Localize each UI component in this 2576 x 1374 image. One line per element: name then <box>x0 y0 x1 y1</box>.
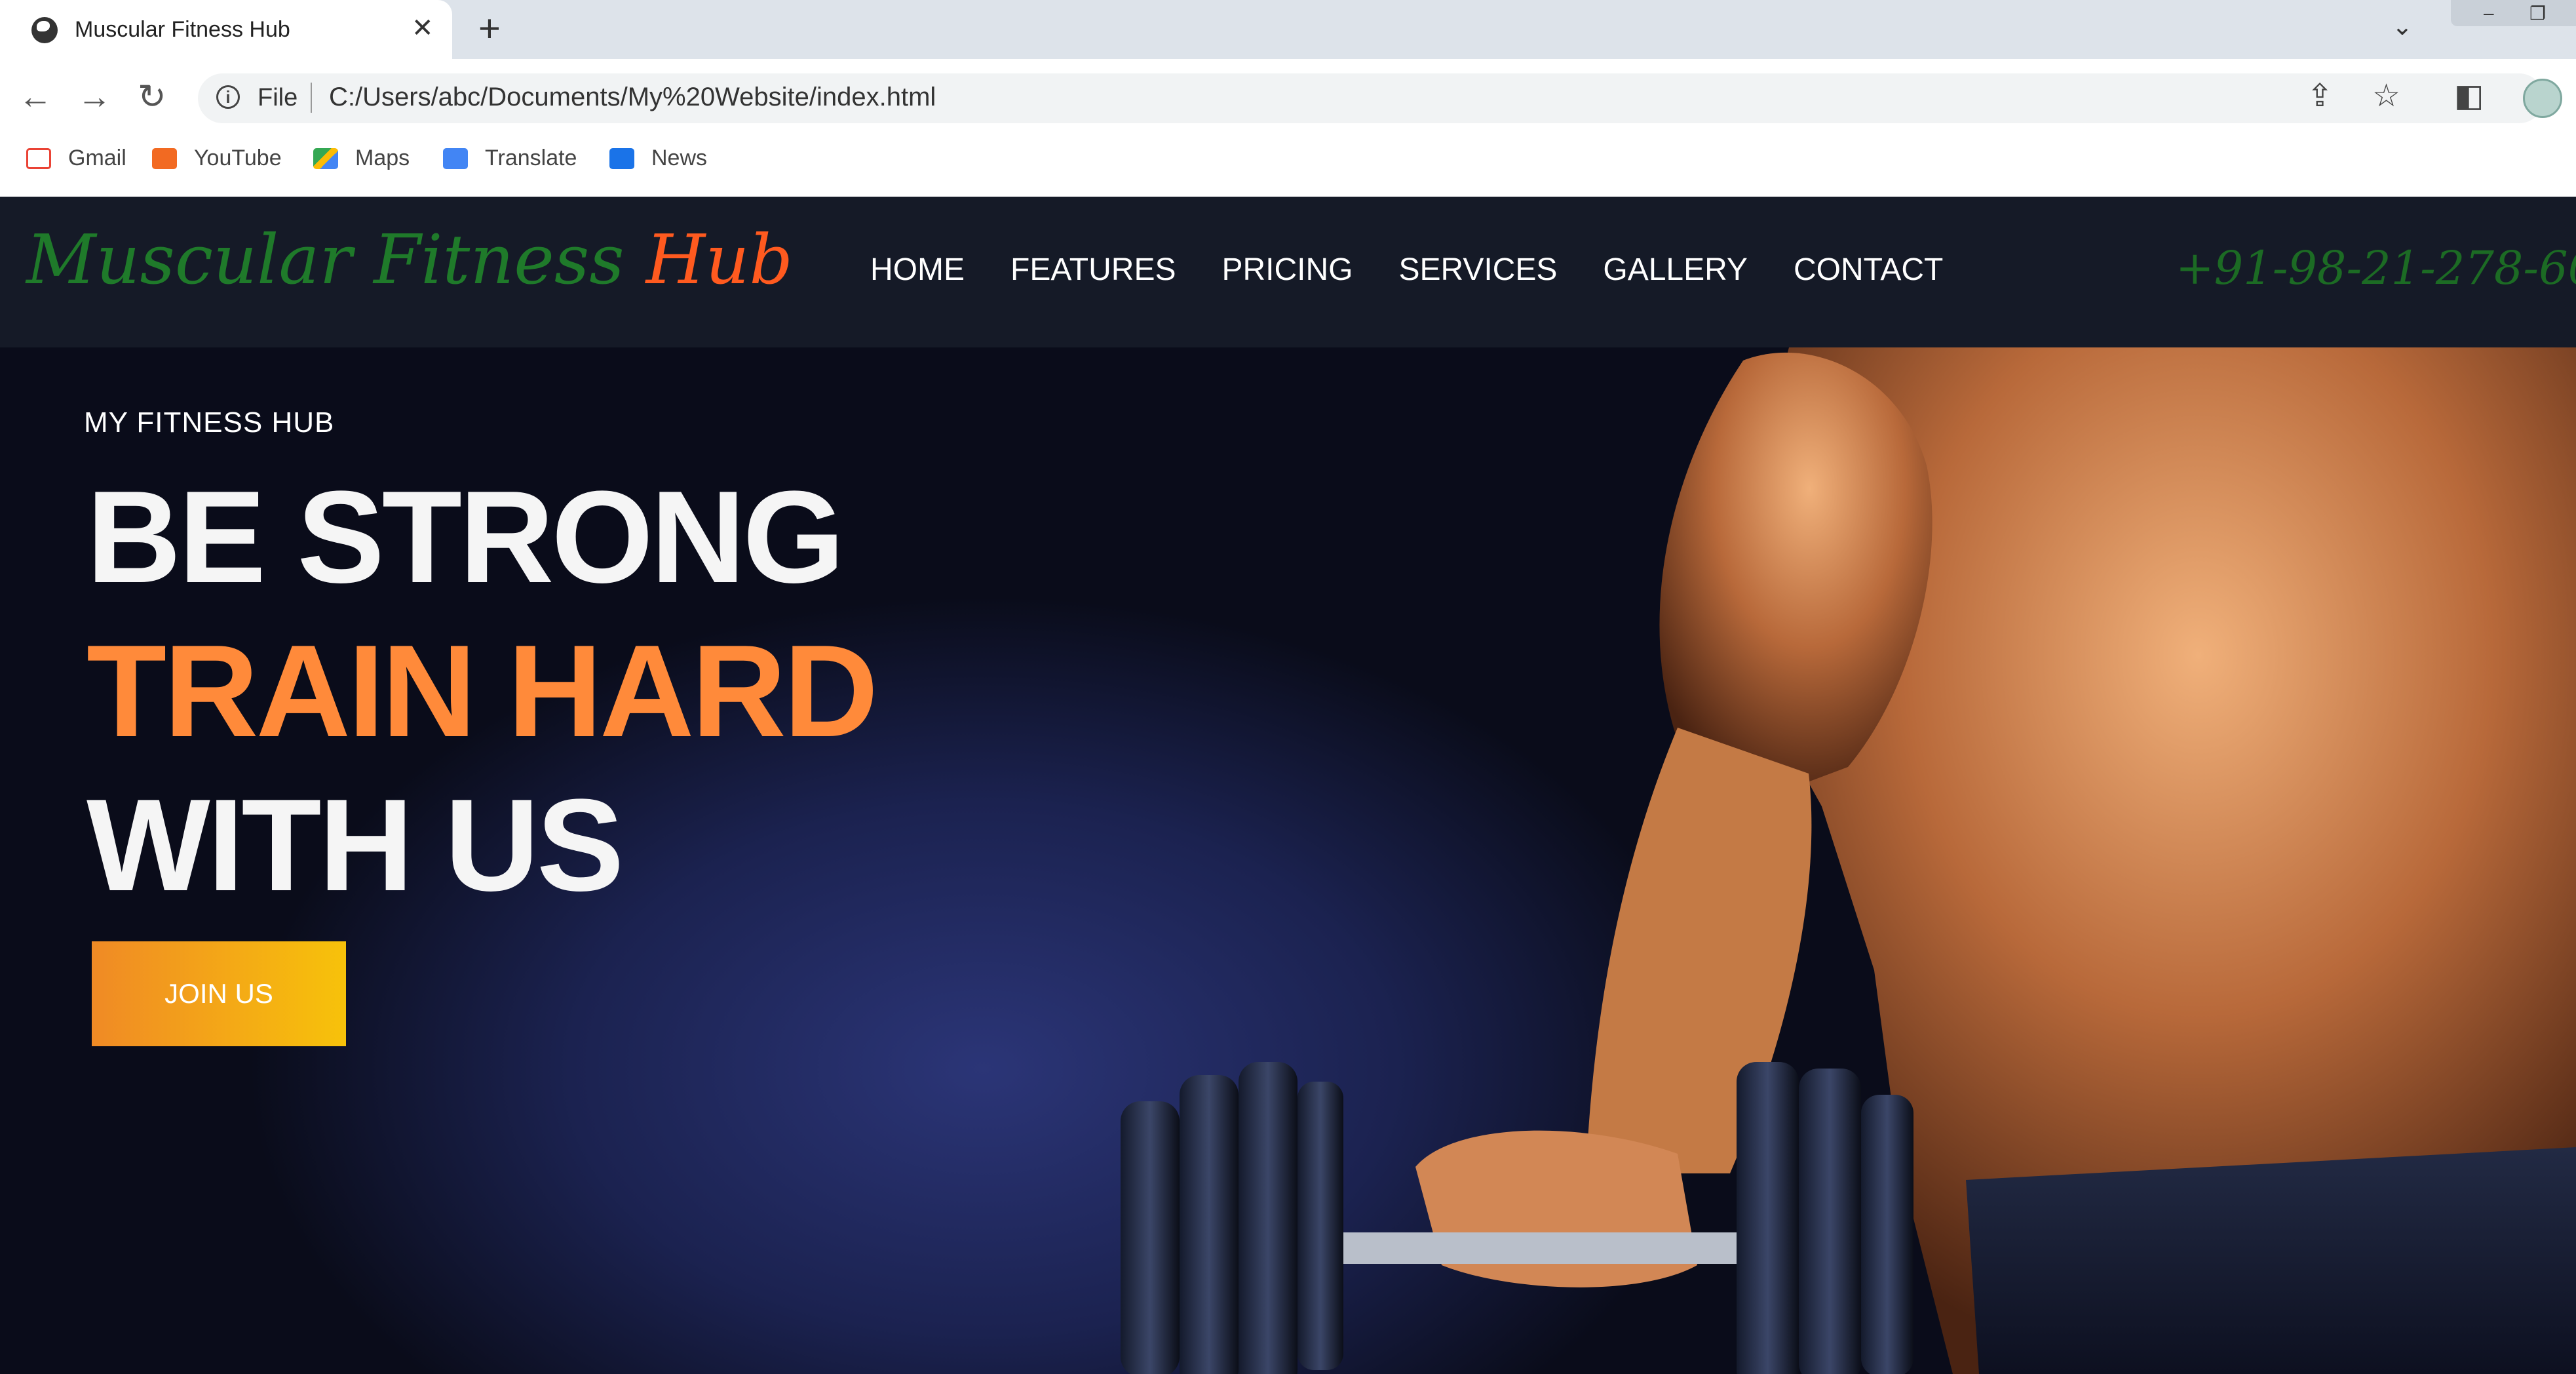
profile-avatar[interactable] <box>2523 79 2562 118</box>
nav-contact[interactable]: CONTACT <box>1794 252 1943 288</box>
nav-home[interactable]: HOME <box>870 252 965 288</box>
globe-icon <box>31 17 58 43</box>
translate-icon <box>443 148 468 169</box>
gmail-icon <box>26 148 51 169</box>
forward-arrow-icon[interactable]: → <box>77 77 111 117</box>
address-scheme-label: File <box>258 84 298 111</box>
share-icon[interactable]: ⇪ <box>2307 77 2333 114</box>
minimize-icon[interactable]: – <box>2484 3 2494 24</box>
new-tab-button[interactable]: + <box>478 8 501 50</box>
athlete-image <box>1121 347 2576 1374</box>
main-nav: HOME FEATURES PRICING SERVICES GALLERY C… <box>870 252 1943 288</box>
site-logo[interactable]: Muscular Fitness Hub <box>26 220 793 300</box>
site-header: Muscular Fitness Hub HOME FEATURES PRICI… <box>0 197 2576 347</box>
reload-icon[interactable]: ↻ <box>138 77 166 117</box>
logo-text-accent: Hub <box>645 220 793 300</box>
hero-section: MY FITNESS HUB BE STRONG TRAIN HARD WITH… <box>0 347 2576 1374</box>
logo-text-main: Muscular Fitness <box>26 220 646 300</box>
site-info-icon[interactable]: i <box>216 85 240 109</box>
window-controls: – ❐ <box>2451 0 2576 26</box>
hero-headline-line-2: TRAIN HARD <box>87 618 878 764</box>
youtube-icon <box>152 148 177 169</box>
nav-services[interactable]: SERVICES <box>1398 252 1557 288</box>
restore-icon[interactable]: ❐ <box>2529 3 2546 24</box>
hero-subtitle: MY FITNESS HUB <box>84 406 335 439</box>
bookmark-star-icon[interactable]: ☆ <box>2372 77 2400 114</box>
browser-tab-strip: Muscular Fitness Hub ✕ + ⌄ – ❐ <box>0 0 2576 59</box>
browser-tab[interactable]: Muscular Fitness Hub ✕ <box>0 0 452 59</box>
back-arrow-icon[interactable]: ← <box>18 77 52 117</box>
join-us-button[interactable]: JOIN US <box>92 941 346 1046</box>
bookmark-label: Maps <box>355 146 410 170</box>
address-url[interactable]: C:/Users/abc/Documents/My%20Website/inde… <box>329 83 936 112</box>
nav-gallery[interactable]: GALLERY <box>1603 252 1748 288</box>
news-icon <box>609 148 634 169</box>
close-tab-icon[interactable]: ✕ <box>412 13 434 43</box>
web-page: Muscular Fitness Hub HOME FEATURES PRICI… <box>0 197 2576 1374</box>
phone-number: +91-98-21-278-60 <box>2176 241 2576 295</box>
side-panel-icon[interactable]: ◧ <box>2454 77 2484 114</box>
nav-pricing[interactable]: PRICING <box>1221 252 1353 288</box>
maps-icon <box>313 148 338 169</box>
nav-features[interactable]: FEATURES <box>1010 252 1176 288</box>
bookmark-label: News <box>651 146 708 170</box>
bookmark-label: Translate <box>485 146 577 170</box>
tab-title: Muscular Fitness Hub <box>75 17 290 42</box>
hero-headline-line-3: WITH US <box>87 772 624 918</box>
tab-search-chevron-icon[interactable]: ⌄ <box>2392 12 2413 41</box>
bookmark-label: Gmail <box>68 146 126 170</box>
bookmark-label: YouTube <box>194 146 282 170</box>
address-divider <box>311 83 312 113</box>
hero-headline-line-1: BE STRONG <box>87 464 845 610</box>
